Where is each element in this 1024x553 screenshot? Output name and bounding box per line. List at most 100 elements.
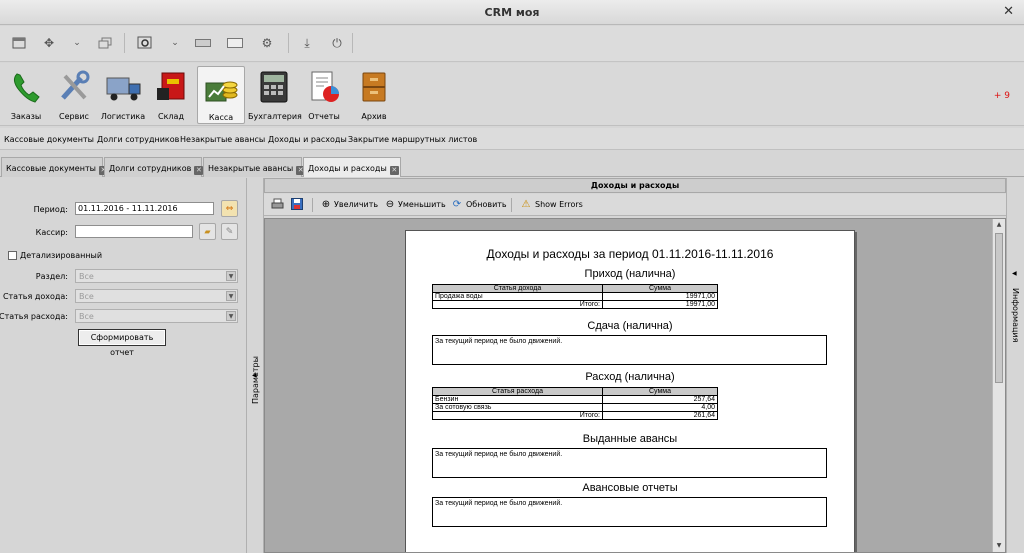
info-strip[interactable]: ◀ Информация [1006,178,1024,553]
refresh-icon[interactable]: ⟳ [450,197,464,211]
window-icon[interactable] [10,34,28,52]
table-cell: Продажа воды [432,292,603,301]
keyboard-icon[interactable] [194,34,212,52]
chevron-down-icon: ▼ [226,291,236,301]
toolbar-divider [288,33,289,53]
module-label: Касса [208,113,234,122]
report-viewer[interactable]: Доходы и расходы за период 01.11.2016-11… [264,218,1006,553]
move-icon[interactable]: ✥ [40,34,58,52]
zoom-out-icon[interactable]: ⊖ [383,197,397,211]
income-article-select[interactable]: Все ▼ [75,289,238,303]
toolbar-divider [352,33,353,53]
module-warehouse[interactable]: Склад [150,66,192,124]
calculator-icon [257,70,291,104]
subnav-item-cash-documents[interactable]: Кассовые документы [4,135,94,144]
section-label: Раздел: [35,272,68,281]
module-logistics[interactable]: Логистика [100,66,146,124]
close-tab-icon[interactable]: ✕ [389,166,399,175]
folder-icon[interactable]: ▰ [199,223,216,240]
column-header: Сумма [602,284,718,293]
plugin-icon[interactable]: ⏻ [328,34,346,52]
table-cell: 4,00 [602,403,718,412]
download-icon[interactable]: ⤓ [298,34,316,52]
table-header-row: Статья дохода Сумма [432,284,718,293]
table-row: Бензин 257,64 [432,395,718,404]
window-title: CRM моя [484,6,540,19]
toolbar-divider [511,198,512,212]
zoom-in-button[interactable]: Увеличить [334,200,378,209]
subnav-item-open-advances[interactable]: Незакрытые авансы [180,135,265,144]
module-cash[interactable]: Касса [197,66,245,124]
tab-open-advances[interactable]: Незакрытые авансы ✕ [203,157,306,177]
tab-income-expenses[interactable]: Доходы и расходы ✕ [303,157,401,177]
close-window-icon[interactable]: ✕ [1003,4,1014,19]
show-errors-button[interactable]: Show Errors [535,200,583,209]
subnav-item-income-expenses[interactable]: Доходы и расходы [268,135,347,144]
badge-icon[interactable] [226,34,244,52]
generate-report-button[interactable]: Сформировать отчет [78,329,166,357]
title-bar: CRM моя ✕ [0,0,1024,25]
document-tabs: Кассовые документы✕ Долги сотрудников✕ Н… [0,153,1024,177]
zoom-out-button[interactable]: Уменьшить [398,200,446,209]
total-value: 261,64 [602,411,718,420]
vertical-scrollbar[interactable]: ▲ ▼ [992,219,1005,552]
scroll-down-icon[interactable]: ▼ [995,542,1003,550]
collapse-left-icon[interactable]: ◀ [1012,270,1017,277]
zoom-in-icon[interactable]: ⊕ [319,197,333,211]
module-orders[interactable]: Заказы [4,66,48,124]
expense-table: Статья расхода Сумма Бензин 257,64 За со… [432,387,718,420]
chevron-down-icon[interactable]: ⌄ [166,34,184,52]
period-field[interactable]: 01.11.2016 - 11.11.2016 [75,202,214,215]
warning-icon[interactable]: ⚠ [519,197,533,211]
cash-subnav: Кассовые документы Долги сотрудников Нез… [0,128,1024,150]
notifications-badge[interactable]: + 9 [994,91,1010,101]
scroll-up-icon[interactable]: ▲ [995,221,1003,229]
table-cell: 257,64 [602,395,718,404]
module-bar: Заказы Сервис Логистика Склад Касса Бухг… [0,63,1024,126]
detailed-checkbox[interactable] [8,251,17,260]
module-label: Сервис [59,112,89,121]
income-heading: Приход (налична) [584,268,676,280]
table-row: За сотовую связь 4,00 [432,403,718,412]
search-window-icon[interactable] [136,34,154,52]
advance-reports-empty-box: За текущий период не было движений. [432,497,827,527]
module-accounting[interactable]: Бухгалтерия [248,66,302,124]
income-table: Статья дохода Сумма Продажа воды 19971,0… [432,284,718,309]
tab-employee-debts[interactable]: Долги сотрудников ✕ [104,157,204,177]
tab-cash-documents[interactable]: Кассовые документы✕ [1,157,108,177]
print-icon[interactable] [270,197,284,211]
restore-icon[interactable] [96,34,114,52]
swap-period-icon[interactable]: ⇔ [221,200,238,217]
cashier-field[interactable] [75,225,193,238]
section-select[interactable]: Все ▼ [75,269,238,283]
table-cell: За сотовую связь [432,403,603,412]
column-header: Статья дохода [432,284,603,293]
detailed-label: Детализированный [20,251,103,260]
chevron-down-icon[interactable]: ⌄ [68,34,86,52]
report-icon [307,70,341,104]
gear-icon[interactable]: ⚙ [258,34,276,52]
tab-label: Доходы и расходы [308,164,387,173]
scrollbar-thumb[interactable] [995,233,1003,383]
module-archive[interactable]: Архив [354,66,394,124]
info-strip-label: Информация [1011,288,1020,343]
parameters-strip[interactable]: ◀ Параметры [248,178,264,553]
edit-icon[interactable]: ✎ [221,223,238,240]
module-reports[interactable]: Отчеты [304,66,344,124]
expense-article-select[interactable]: Все ▼ [75,309,238,323]
warehouse-icon [154,70,188,104]
column-header: Статья расхода [432,387,603,396]
cash-icon [204,71,238,105]
refresh-button[interactable]: Обновить [466,200,507,209]
expense-heading: Расход (налична) [585,371,675,383]
module-label: Бухгалтерия [248,112,302,121]
truck-icon [106,70,141,104]
export-icon[interactable] [290,197,304,211]
report-toolbar: ⊕ Увеличить ⊖ Уменьшить ⟳ Обновить ⚠ Sho… [264,194,1006,216]
phone-icon [9,70,43,104]
subnav-item-employee-debts[interactable]: Долги сотрудников [97,135,179,144]
table-header-row: Статья расхода Сумма [432,387,718,396]
table-cell: Бензин [432,395,603,404]
subnav-item-route-sheets[interactable]: Закрытие маршрутных листов [348,135,477,144]
module-service[interactable]: Сервис [52,66,96,124]
